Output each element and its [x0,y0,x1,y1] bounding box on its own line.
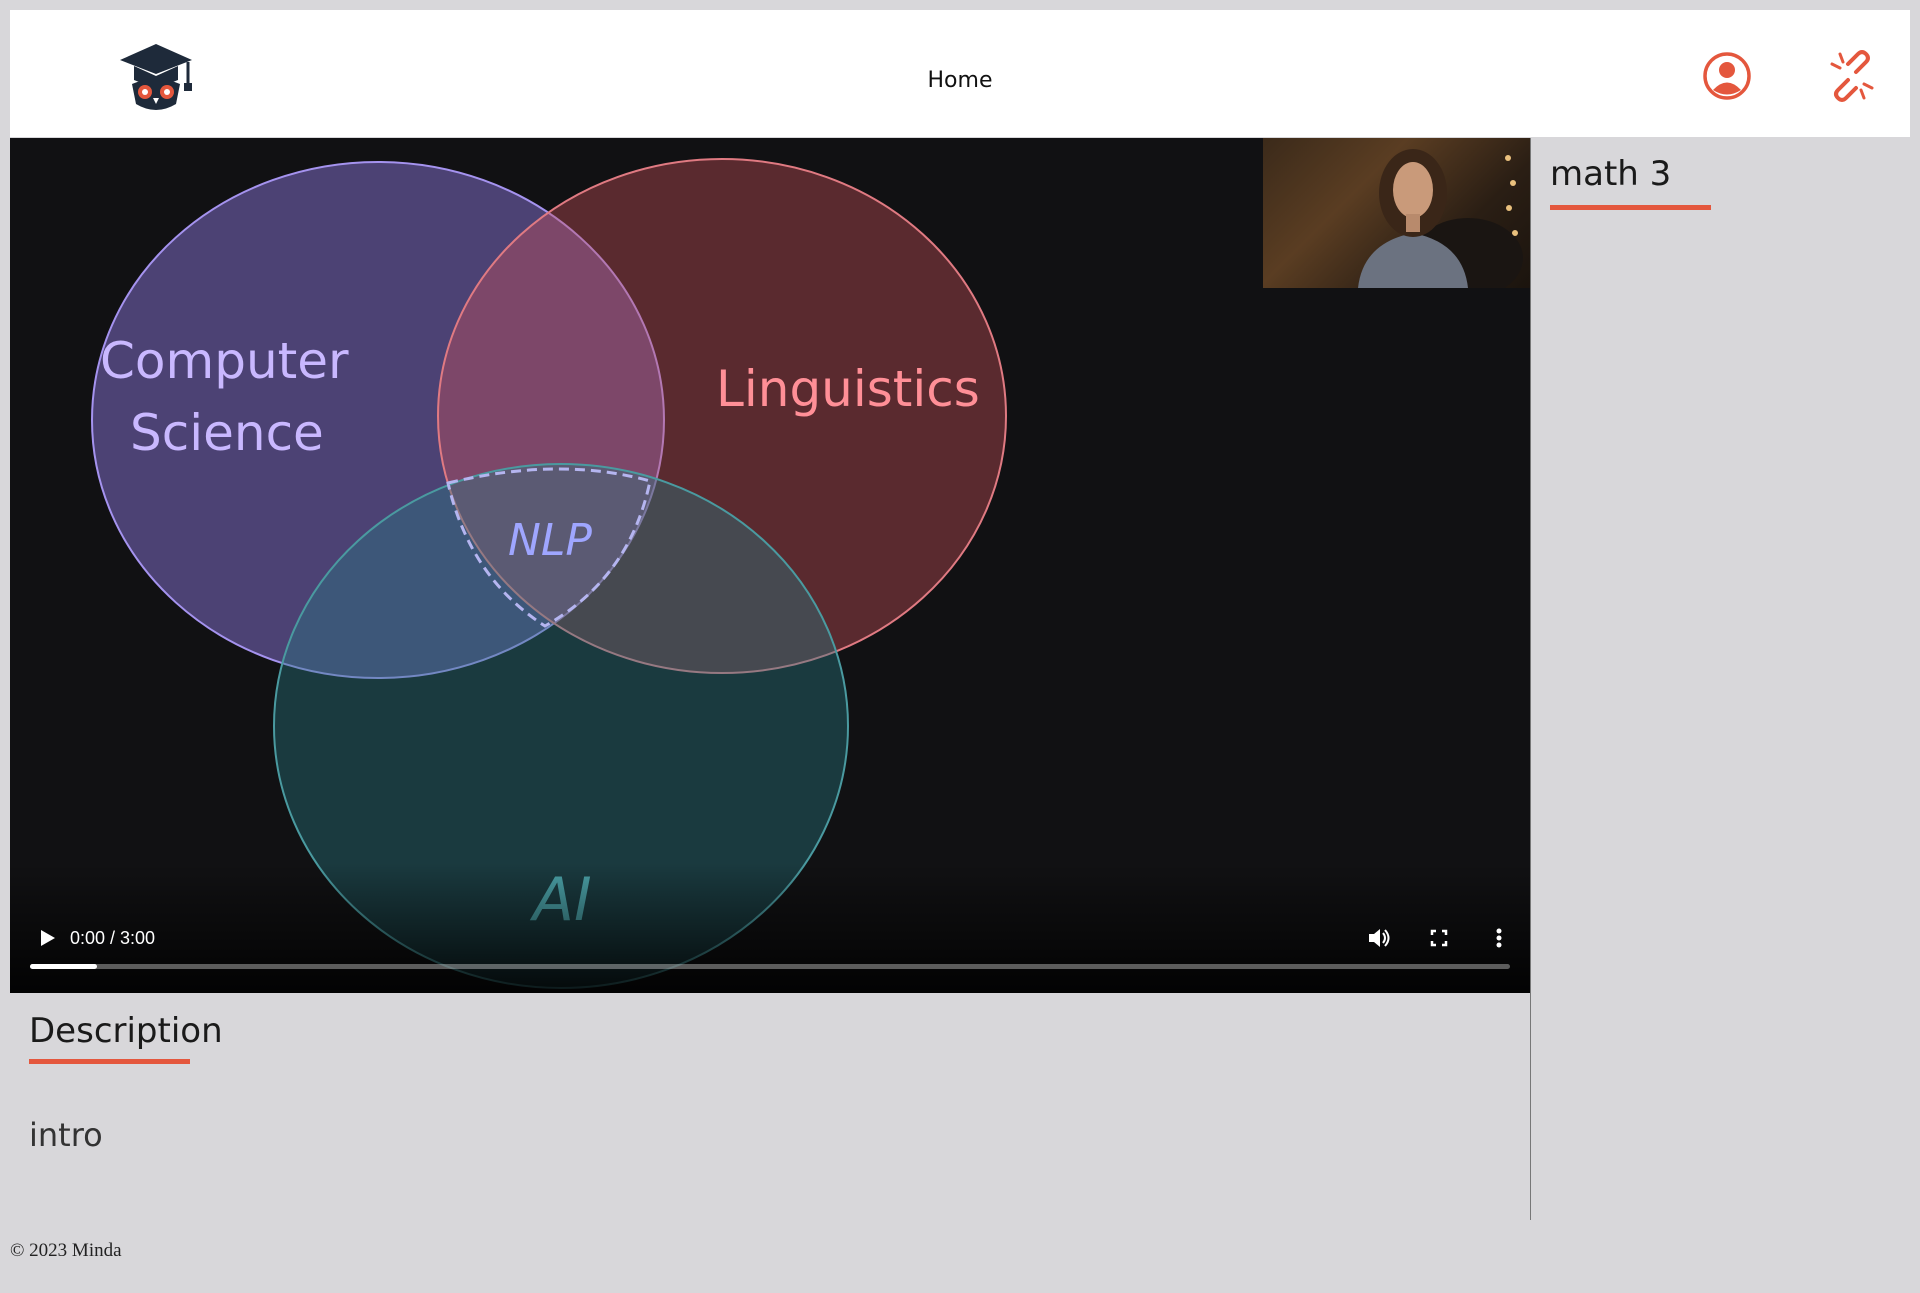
fullscreen-icon[interactable] [1424,923,1454,953]
progress-bar[interactable] [30,964,1510,969]
description-heading: Description [29,1011,223,1051]
presenter-webcam [1263,138,1530,288]
vertical-divider [1530,138,1531,1220]
computer-science-label-line1: Computer [100,332,349,390]
play-icon[interactable] [32,923,62,953]
description-underline [29,1059,190,1064]
nav-home-container: Home [10,68,1910,93]
course-title: math 3 [1550,154,1672,194]
nlp-label: NLP [508,515,592,566]
computer-science-label-line2: Science [130,404,324,462]
course-title-underline [1550,205,1711,210]
description-text: intro [29,1116,103,1154]
broken-link-icon[interactable] [1826,50,1878,102]
footer-copyright: © 2023 Minda [10,1240,122,1261]
nav-home-link[interactable]: Home [928,68,993,93]
top-header: Home [10,10,1910,137]
more-options-icon[interactable] [1484,923,1514,953]
time-display: 0:00 / 3:00 [70,928,156,948]
controls-overlay [10,863,1530,993]
volume-icon[interactable] [1364,923,1394,953]
progress-fill [30,964,97,969]
user-circle-icon[interactable] [1702,51,1752,101]
video-player[interactable]: Computer Science Linguistics NLP AI 0:00… [10,138,1530,993]
linguistics-label: Linguistics [716,360,980,418]
